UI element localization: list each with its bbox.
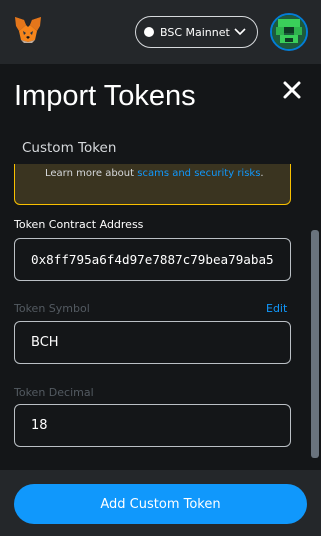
network-selector[interactable]: BSC Mainnet <box>135 16 258 48</box>
security-warning: Learn more about scams and security risk… <box>14 164 291 205</box>
token-decimal-field[interactable]: 18 <box>14 404 291 447</box>
top-bar: BSC Mainnet <box>0 0 321 64</box>
import-form: Learn more about scams and security risk… <box>0 164 321 470</box>
scams-security-link[interactable]: scams and security risks <box>137 168 260 179</box>
edit-symbol-link[interactable]: Edit <box>266 302 287 315</box>
token-decimal-label: Token Decimal <box>14 386 94 399</box>
close-icon[interactable] <box>280 78 304 102</box>
footer: Add Custom Token <box>0 470 321 536</box>
warning-end: . <box>260 168 264 179</box>
token-symbol-label: Token Symbol <box>14 302 90 315</box>
token-symbol-field[interactable]: BCH <box>14 321 291 364</box>
scrollbar-thumb[interactable] <box>311 230 319 458</box>
network-status-dot <box>144 27 154 37</box>
chevron-down-icon <box>234 28 246 36</box>
network-name: BSC Mainnet <box>160 25 230 39</box>
contract-address-label: Token Contract Address <box>14 218 144 231</box>
metamask-fox-icon[interactable] <box>12 14 44 46</box>
contract-address-field[interactable]: 0x8ff795a6f4d97e7887c79bea79aba5 <box>14 238 291 281</box>
page-header: Import Tokens Custom Token <box>0 64 321 164</box>
tab-custom-token[interactable]: Custom Token <box>22 140 116 156</box>
page-title: Import Tokens <box>14 80 196 112</box>
warning-text: Learn more about <box>45 168 138 179</box>
scrollbar[interactable] <box>309 164 321 470</box>
add-custom-token-button[interactable]: Add Custom Token <box>14 484 307 524</box>
account-avatar[interactable] <box>270 13 308 51</box>
